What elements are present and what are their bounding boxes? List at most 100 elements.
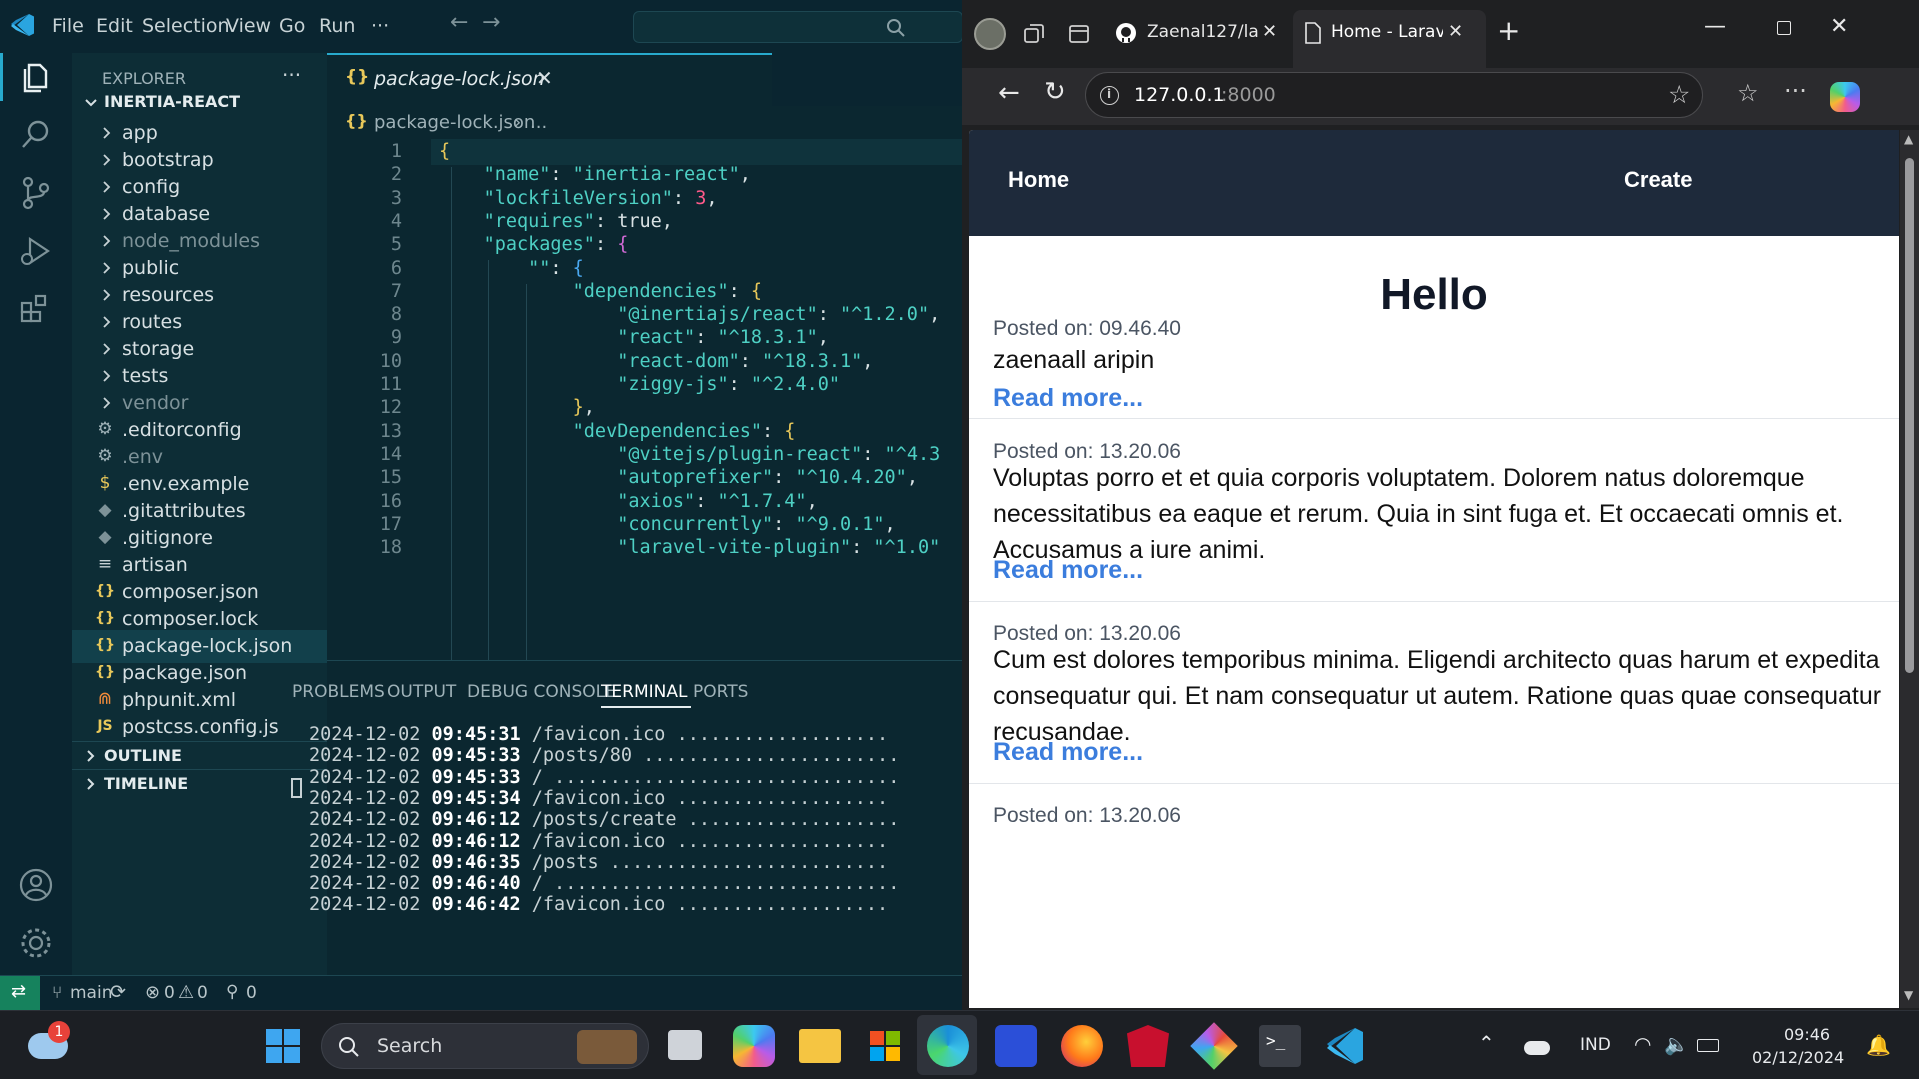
vscode-icon[interactable] (1325, 1025, 1367, 1067)
clock-date[interactable]: 02/12/2024 (1752, 1048, 1844, 1067)
profile-avatar[interactable] (974, 18, 1006, 50)
close-window-icon[interactable]: ✕ (1830, 14, 1848, 39)
language-indicator[interactable]: IND (1580, 1035, 1611, 1055)
warning-count[interactable]: 0 (197, 983, 208, 1003)
scrollbar-thumb[interactable] (1905, 158, 1914, 673)
terminal-icon[interactable]: >_ (1259, 1025, 1301, 1067)
file-explorer-icon[interactable] (799, 1029, 841, 1063)
menu-run[interactable]: Run (319, 15, 355, 37)
mcafee-icon[interactable] (1127, 1025, 1169, 1067)
menu-selection[interactable]: Selection (142, 15, 230, 37)
source-control-icon[interactable] (16, 173, 56, 213)
tree-item-label: .editorconfig (122, 419, 242, 441)
breadcrumb-file[interactable]: package-lock.json (374, 112, 535, 133)
close-icon[interactable]: ✕ (1448, 21, 1463, 42)
menu-edit[interactable]: Edit (96, 15, 133, 37)
windows-start-icon[interactable] (262, 1025, 304, 1067)
line-number: 5 (390, 234, 402, 256)
account-icon[interactable] (16, 865, 56, 905)
tab-package-lock[interactable]: {} package-lock.json ✕ (327, 53, 772, 106)
menu-more[interactable]: ··· (371, 15, 389, 37)
vertical-tabs-icon[interactable] (1067, 22, 1091, 46)
favorites-icon[interactable]: ☆ (1737, 79, 1759, 107)
app-icon[interactable] (995, 1025, 1037, 1067)
log-path: /posts/create ................... (520, 809, 900, 831)
site-info-icon[interactable]: i (1100, 86, 1119, 105)
panel-tab-ports[interactable]: PORTS (693, 682, 748, 702)
menu-view[interactable]: View (226, 15, 271, 37)
favorite-star-icon[interactable]: ☆ (1668, 80, 1690, 109)
post-item: Posted on: 13.20.06 (969, 784, 1899, 844)
more-menu-icon[interactable]: ··· (1784, 77, 1807, 105)
menu-go[interactable]: Go (279, 15, 305, 37)
wifi-icon[interactable]: ◠ (1634, 1032, 1651, 1056)
sync-icon[interactable]: ⟳ (110, 981, 126, 1003)
ports-count[interactable]: 0 (246, 983, 257, 1003)
error-count[interactable]: 0 (164, 983, 175, 1003)
tree-item-label: composer.json (122, 581, 259, 603)
battery-icon[interactable] (1697, 1039, 1719, 1052)
firefox-icon[interactable] (1061, 1025, 1103, 1067)
volume-icon[interactable]: 🔈 (1664, 1032, 1689, 1056)
back-arrow-icon[interactable]: ← (450, 10, 468, 35)
notification-bell-icon[interactable]: 🔔 (1866, 1033, 1891, 1057)
refresh-icon[interactable]: ↻ (1044, 77, 1066, 107)
command-center[interactable] (633, 11, 963, 43)
nav-create-link[interactable]: Create (1624, 167, 1692, 193)
breadcrumb-more[interactable]: ... (530, 112, 547, 133)
tree-item[interactable]: JS postcss.config.js (72, 711, 327, 744)
onedrive-cloud-icon[interactable] (1524, 1041, 1550, 1055)
edge-toolbar: ← ↻ i 127.0.0.1 :8000 ☆ ☆ ··· (962, 68, 1919, 125)
scroll-up-icon[interactable]: ▲ (1904, 132, 1913, 146)
new-tab-plus-icon[interactable]: + (1497, 14, 1520, 47)
log-path: / ............................... (520, 873, 900, 895)
copilot-icon[interactable] (733, 1025, 775, 1067)
copilot-icon[interactable] (1830, 82, 1860, 112)
log-time: 09:46:40 (431, 873, 521, 895)
explorer-files-icon[interactable] (16, 57, 56, 97)
panel-tab-problems[interactable]: PROBLEMS (292, 682, 385, 702)
explorer-more-button[interactable]: ··· (282, 63, 301, 87)
address-bar[interactable]: i 127.0.0.1 :8000 ☆ (1085, 72, 1703, 118)
workspaces-icon[interactable] (1022, 22, 1046, 46)
forward-arrow-icon[interactable]: → (482, 10, 500, 35)
tab-home-laravel[interactable]: Home - Laravel ✕ (1293, 10, 1486, 68)
run-debug-icon[interactable] (16, 231, 56, 271)
read-more-link[interactable]: Read more... (993, 384, 1143, 413)
clock-time[interactable]: 09:46 (1784, 1025, 1830, 1044)
line-number: 9 (390, 327, 402, 349)
search-icon[interactable] (16, 115, 56, 155)
scroll-down-icon[interactable]: ▼ (1904, 988, 1913, 1002)
explorer-sidebar: EXPLORER ··· INERTIA-REACT app bootstrap c… (72, 53, 327, 975)
microsoft-store-icon[interactable] (864, 1025, 906, 1067)
read-more-link[interactable]: Read more... (993, 738, 1143, 767)
maximize-icon[interactable] (1777, 21, 1791, 35)
extensions-icon[interactable] (16, 289, 56, 329)
remote-indicator[interactable]: ⇄ (0, 976, 40, 1011)
app-icon[interactable] (1190, 1022, 1238, 1070)
close-icon[interactable]: ✕ (536, 66, 553, 90)
settings-gear-icon[interactable] (16, 923, 56, 963)
page-scrollbar[interactable]: ▲ ▼ (1900, 130, 1919, 1008)
nav-home-link[interactable]: Home (1008, 167, 1069, 193)
project-folder-header[interactable]: INERTIA-REACT (72, 87, 327, 117)
timeline-section-header[interactable]: TIMELINE (72, 769, 327, 797)
task-view-icon[interactable] (668, 1030, 702, 1060)
close-icon[interactable]: ✕ (1262, 21, 1277, 42)
branch-name[interactable]: main (70, 983, 112, 1003)
panel-tab-terminal[interactable]: TERMINAL (601, 682, 687, 702)
tab-github[interactable]: Zaenal127/larave ✕ (1107, 10, 1287, 58)
post-body: Cum est dolores temporibus minima. Elige… (993, 646, 1882, 746)
taskbar-search[interactable]: Search (321, 1023, 649, 1069)
panel-tab-output[interactable]: OUTPUT (387, 682, 456, 702)
read-more-link[interactable]: Read more... (993, 556, 1143, 585)
panel-tab-debug-console[interactable]: DEBUG CONSOLE (467, 682, 616, 702)
back-arrow-icon[interactable]: ← (998, 78, 1020, 108)
chevron-up-icon[interactable]: ⌃ (1478, 1031, 1495, 1055)
code-view[interactable]: 1 {2 "name": "inertia-react", 3 "lockfileV… (327, 139, 962, 660)
menu-file[interactable]: File (52, 15, 84, 37)
minimize-icon[interactable]: — (1704, 14, 1726, 39)
chevron-right-icon (87, 778, 95, 790)
edge-browser-icon[interactable] (927, 1025, 969, 1067)
outline-section-header[interactable]: OUTLINE (72, 741, 327, 769)
